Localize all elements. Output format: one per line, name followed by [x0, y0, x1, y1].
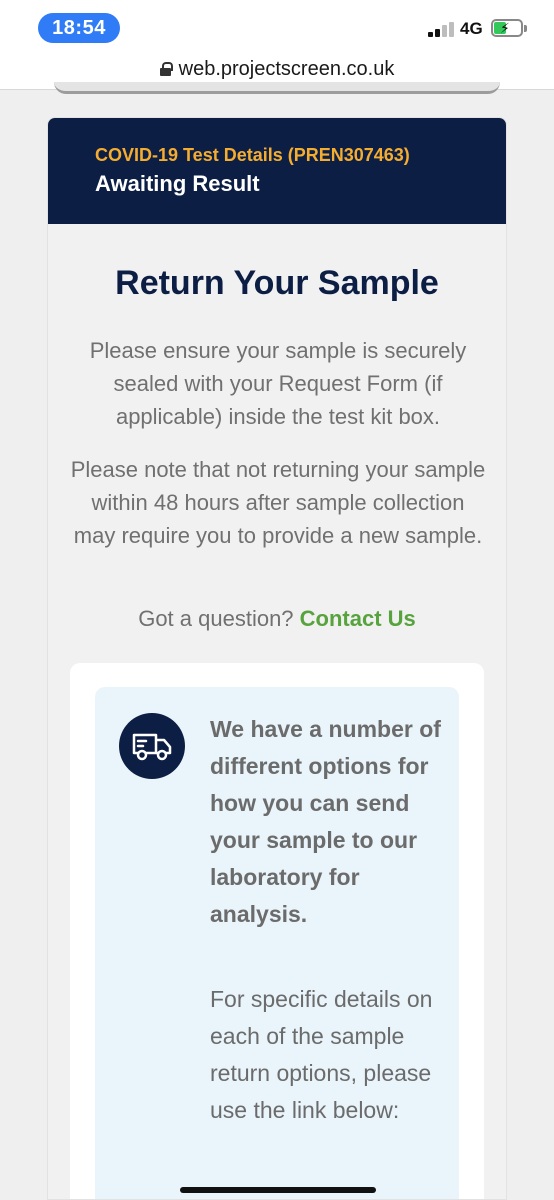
- options-description: For specific details on each of the samp…: [210, 986, 433, 1123]
- status-time[interactable]: 18:54: [38, 13, 120, 43]
- warning-paragraph: Please note that not returning your samp…: [70, 457, 486, 548]
- lightning-bolt-icon: ⚡: [500, 20, 510, 36]
- lock-icon: [159, 62, 173, 76]
- question-line: Got a question? Contact Us: [48, 606, 506, 632]
- delivery-van-icon: [119, 713, 185, 779]
- status-bar: 18:54 4G ⚡ web.projectscreen.co.uk: [0, 0, 554, 90]
- signal-bar: [442, 25, 447, 37]
- signal-bar: [449, 21, 454, 37]
- card-header: COVID-19 Test Details (PREN307463) Await…: [48, 118, 506, 224]
- delivery-van-svg: [132, 733, 172, 761]
- contact-us-link[interactable]: Contact Us: [300, 606, 416, 631]
- previous-section-edge: [54, 82, 500, 94]
- url-text[interactable]: web.projectscreen.co.uk: [179, 58, 395, 80]
- page-title: Return Your Sample: [115, 264, 439, 302]
- test-details-card: COVID-19 Test Details (PREN307463) Await…: [47, 117, 507, 1200]
- address-bar[interactable]: web.projectscreen.co.uk: [0, 56, 554, 82]
- home-indicator[interactable]: [180, 1187, 376, 1193]
- network-type: 4G: [460, 19, 483, 38]
- options-heading: We have a number of different options fo…: [210, 716, 441, 927]
- instruction-paragraph: Please ensure your sample is securely se…: [89, 338, 467, 429]
- return-options-card: We have a number of different options fo…: [70, 663, 484, 1199]
- battery-icon: ⚡: [491, 19, 523, 37]
- signal-bar: [435, 28, 440, 37]
- signal-bar: [428, 32, 433, 37]
- signal-strength-icon: [428, 21, 454, 37]
- battery-tip: [524, 25, 527, 32]
- return-options-info-box: We have a number of different options fo…: [95, 687, 459, 1199]
- question-text: Got a question?: [138, 606, 294, 631]
- test-details-label: COVID-19 Test Details (PREN307463): [95, 145, 410, 165]
- test-status: Awaiting Result: [95, 171, 260, 196]
